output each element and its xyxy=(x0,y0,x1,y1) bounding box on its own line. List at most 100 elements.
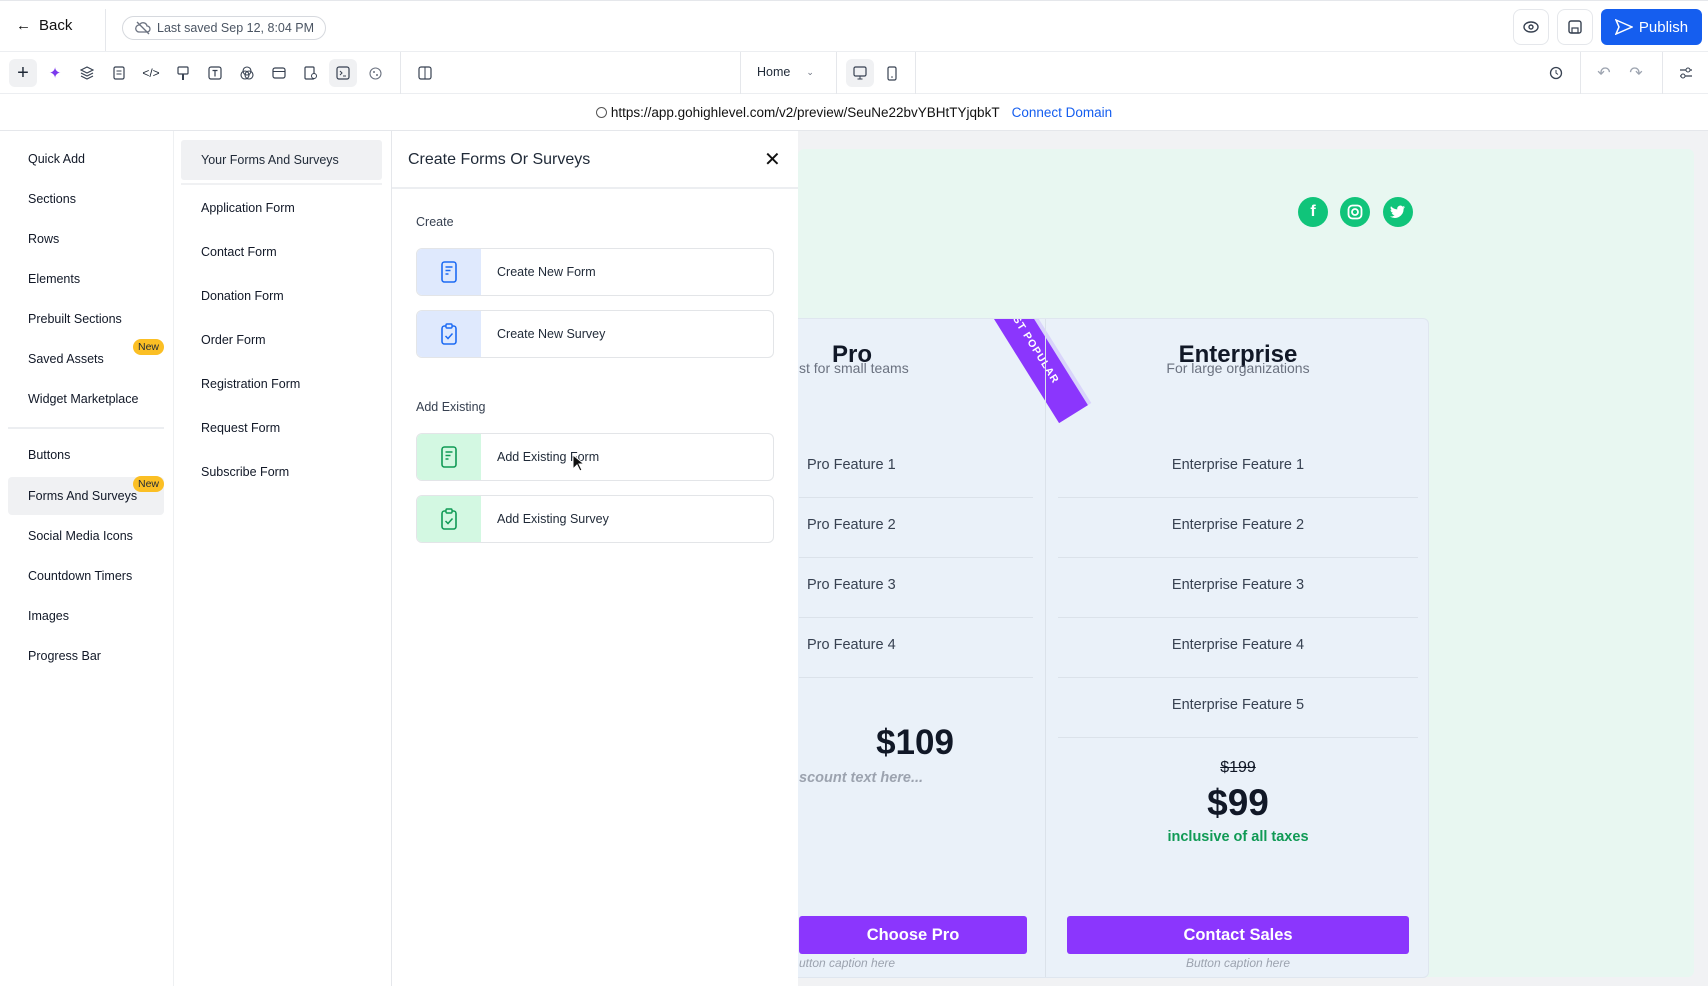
page-icon xyxy=(113,66,125,80)
monitor-icon xyxy=(853,66,867,80)
contact-sales-button[interactable]: Contact Sales xyxy=(1067,916,1409,954)
enterprise-plan-subtitle: For large organizations xyxy=(1166,360,1310,376)
divider xyxy=(400,52,401,94)
split-view-button[interactable] xyxy=(411,59,439,87)
feature-divider xyxy=(1058,557,1418,558)
settings-button[interactable] xyxy=(1672,59,1700,87)
form-template-item[interactable]: Order Form xyxy=(201,333,266,347)
cloud-off-icon xyxy=(135,21,151,35)
sidebar-item-rows[interactable]: Rows xyxy=(8,220,164,258)
facebook-icon[interactable]: f xyxy=(1298,197,1328,227)
sidebar-item-quick-add[interactable]: Quick Add xyxy=(8,140,164,178)
close-icon[interactable]: ✕ xyxy=(764,147,781,172)
sidebar-item-images[interactable]: Images xyxy=(8,597,164,635)
layers-icon xyxy=(80,66,94,80)
instagram-icon[interactable] xyxy=(1340,197,1370,227)
sidebar-item-widget-marketplace[interactable]: Widget Marketplace xyxy=(8,380,164,418)
form-icon xyxy=(441,261,457,283)
columns-icon xyxy=(418,66,432,80)
choose-pro-button[interactable]: Choose Pro xyxy=(799,916,1027,954)
code-icon: </> xyxy=(142,66,160,80)
terminal-icon xyxy=(336,66,350,80)
layout-button[interactable] xyxy=(265,59,293,87)
pro-button-caption: utton caption here xyxy=(799,956,896,970)
redo-button[interactable]: ↷ xyxy=(1622,59,1650,87)
form-template-item[interactable]: Request Form xyxy=(201,421,280,435)
sparkle-icon: ✦ xyxy=(48,65,62,82)
form-template-item[interactable]: Contact Form xyxy=(201,245,277,259)
form-template-item[interactable]: Application Form xyxy=(201,201,295,215)
form-template-item[interactable]: Registration Form xyxy=(201,377,300,391)
history-icon xyxy=(1549,66,1563,80)
custom-js-button[interactable] xyxy=(329,59,357,87)
cookie-button[interactable] xyxy=(361,59,389,87)
text-button[interactable] xyxy=(201,59,229,87)
create-new-form-button[interactable]: Create New Form xyxy=(416,248,774,296)
create-new-survey-button[interactable]: Create New Survey xyxy=(416,310,774,358)
form-search-icon xyxy=(304,66,317,80)
feature-item: Enterprise Feature 2 xyxy=(1171,517,1305,533)
history-button[interactable] xyxy=(1542,59,1570,87)
text-icon xyxy=(208,66,222,80)
pricing-section[interactable]: f Pro st for small teams Pro Feature 1 Pr… xyxy=(798,149,1694,978)
divider xyxy=(181,183,382,185)
enterprise-old-price: $199 xyxy=(1220,759,1256,776)
your-forms-header[interactable]: Your Forms And Surveys xyxy=(181,140,382,180)
sidebar-item-prebuilt-sections[interactable]: Prebuilt Sections xyxy=(8,300,164,338)
cookie-icon xyxy=(368,66,382,80)
pro-price: $109 xyxy=(876,723,954,762)
add-existing-survey-button[interactable]: Add Existing Survey xyxy=(416,495,774,543)
styles-button[interactable] xyxy=(169,59,197,87)
form-search-button[interactable] xyxy=(297,59,325,87)
feature-divider xyxy=(1058,497,1418,498)
connect-domain-link[interactable]: Connect Domain xyxy=(1012,105,1113,120)
chevron-down-icon: ⌄ xyxy=(806,66,814,77)
eye-icon xyxy=(1523,21,1539,33)
sidebar-item-sections[interactable]: Sections xyxy=(8,180,164,218)
send-icon xyxy=(1614,19,1633,35)
sidebar-item-progress-bar[interactable]: Progress Bar xyxy=(8,637,164,675)
pro-discount-text: scount text here... xyxy=(799,770,924,786)
form-icon xyxy=(441,446,457,468)
sidebar-item-countdown-timers[interactable]: Countdown Timers xyxy=(8,557,164,595)
sidebar-item-buttons[interactable]: Buttons xyxy=(8,436,164,474)
ai-button[interactable]: ✦ xyxy=(41,59,69,87)
form-template-item[interactable]: Donation Form xyxy=(201,289,284,303)
preview-button[interactable] xyxy=(1513,9,1549,45)
form-template-item[interactable]: Subscribe Form xyxy=(201,465,289,479)
undo-button[interactable]: ↶ xyxy=(1590,59,1618,87)
plus-icon: + xyxy=(17,61,29,84)
divider xyxy=(8,427,164,429)
preview-url[interactable]: https://app.gohighlevel.com/v2/preview/S… xyxy=(611,105,1000,120)
code-button[interactable]: </> xyxy=(137,59,165,87)
mobile-view-button[interactable] xyxy=(878,59,906,87)
sidebar-item-elements[interactable]: Elements xyxy=(8,260,164,298)
publish-button[interactable]: Publish xyxy=(1601,9,1702,45)
sidebar-item-saved-assets[interactable]: Saved Assets New xyxy=(8,339,164,378)
back-button[interactable]: ← Back xyxy=(16,17,72,34)
layers-button[interactable] xyxy=(73,59,101,87)
feature-item: Pro Feature 1 xyxy=(807,457,896,473)
sidebar-item-social-media-icons[interactable]: Social Media Icons xyxy=(8,517,164,555)
feature-item: Pro Feature 3 xyxy=(807,577,896,593)
add-existing-form-button[interactable]: Add Existing Form xyxy=(416,433,774,481)
save-button[interactable] xyxy=(1557,9,1593,45)
page-select[interactable]: Home ⌄ xyxy=(757,65,814,79)
phone-icon xyxy=(887,65,897,81)
feature-divider xyxy=(799,557,1033,558)
twitter-icon[interactable] xyxy=(1383,197,1413,227)
divider xyxy=(915,52,916,94)
top-bar: ← Back Last saved Sep 12, 8:04 PM Publis… xyxy=(0,0,1708,52)
colors-button[interactable] xyxy=(233,59,261,87)
sidebar-item-forms-and-surveys[interactable]: Forms And Surveys New xyxy=(8,476,164,515)
desktop-view-button[interactable] xyxy=(846,59,874,87)
pro-plan-column: Pro st for small teams Pro Feature 1 Pro … xyxy=(798,319,1088,977)
pages-button[interactable] xyxy=(105,59,133,87)
add-existing-section-label: Add Existing xyxy=(416,400,486,414)
new-badge: New xyxy=(132,339,164,355)
arrow-left-icon: ← xyxy=(16,17,31,34)
add-element-button[interactable]: + xyxy=(9,59,37,87)
paint-brush-icon xyxy=(177,65,189,80)
feature-divider xyxy=(799,677,1033,678)
pro-plan-subtitle: st for small teams xyxy=(799,360,909,376)
